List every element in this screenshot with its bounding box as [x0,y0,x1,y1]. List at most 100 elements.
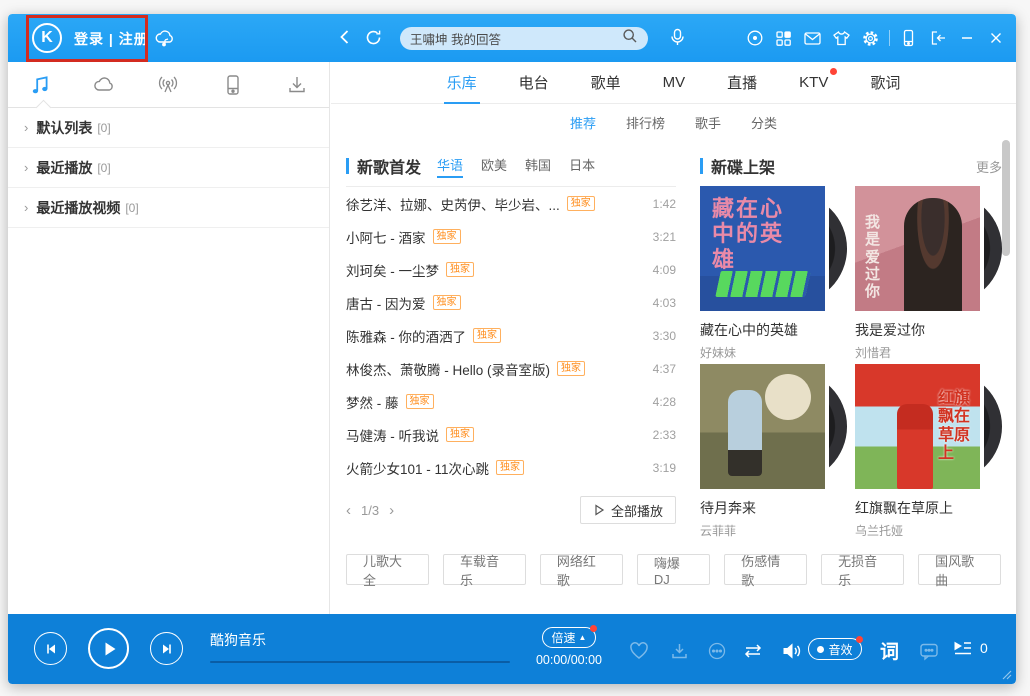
song-row[interactable]: 马健涛 - 听我说 独家 2:33 [346,418,676,451]
search-input[interactable]: 王嘯坤 我的回答 [410,29,622,48]
favorite-heart-icon[interactable] [628,640,650,662]
identify-song-icon[interactable] [740,14,769,62]
song-row[interactable]: 火箭少女101 - 11次心跳 独家 3:19 [346,451,676,484]
subtab-rankings[interactable]: 排行榜 [626,113,665,132]
tag-button[interactable]: 无损音乐 [821,554,904,585]
playlist-recent-video[interactable]: › 最近播放视频 [0] [8,188,329,228]
microphone-icon[interactable] [668,28,688,48]
song-title[interactable]: 火箭少女101 - 11次心跳 [346,458,489,478]
album-card[interactable]: 我是爱过你 我是爱过你 刘惜君 [855,186,1005,361]
album-card[interactable]: 藏在心中的英雄 藏在心中的英雄 好妹妹 [700,186,850,361]
album-title[interactable]: 藏在心中的英雄 [700,320,850,340]
tab-radio-icon[interactable] [148,65,188,105]
album-cover[interactable]: 红旗飘在草原上 [855,364,980,489]
close-button[interactable] [981,14,1010,62]
song-row[interactable]: 小阿七 - 酒家 独家 3:21 [346,220,676,253]
volume-icon[interactable] [780,640,802,662]
album-card[interactable]: 红旗飘在草原上 红旗飘在草原上 乌兰托娅 [855,364,1005,539]
tab-local-music-icon[interactable] [20,65,60,105]
song-title[interactable]: 林俊杰、萧敬腾 - Hello (录音室版) [346,359,550,379]
lang-tab-japanese[interactable]: 日本 [569,155,595,178]
subtab-recommend[interactable]: 推荐 [570,113,596,132]
tab-live[interactable]: 直播 [725,62,759,103]
album-card[interactable]: 待月奔来 云菲菲 [700,364,850,539]
scrollbar-thumb[interactable] [1002,140,1010,256]
song-row[interactable]: 刘珂矣 - 一尘梦 独家 4:09 [346,253,676,286]
playlist-recent[interactable]: › 最近播放 [0] [8,148,329,188]
tag-button[interactable]: 儿歌大全 [346,554,429,585]
skin-theme-icon[interactable] [827,14,856,62]
album-cover[interactable] [700,364,825,489]
album-artist[interactable]: 云菲菲 [700,522,850,539]
song-title[interactable]: 梦然 - 藤 [346,392,399,412]
song-title[interactable]: 唐古 - 因为爱 [346,293,426,313]
comment-icon[interactable] [918,640,940,662]
album-artist[interactable]: 刘惜君 [855,344,1005,361]
song-title[interactable]: 徐艺洋、拉娜、史芮伊、毕少岩、... [346,194,560,214]
song-title[interactable]: 刘珂矣 - 一尘梦 [346,260,439,280]
back-button[interactable] [336,28,356,48]
tab-device-icon[interactable] [213,65,253,105]
album-title[interactable]: 我是爱过你 [855,320,1005,340]
subtab-singers[interactable]: 歌手 [695,113,721,132]
song-row[interactable]: 陈雅森 - 你的酒洒了 独家 3:30 [346,319,676,352]
repeat-mode-icon[interactable] [742,640,764,662]
tag-button[interactable]: 嗨爆DJ [637,554,710,585]
song-row[interactable]: 林俊杰、萧敬腾 - Hello (录音室版) 独家 4:37 [346,352,676,385]
album-artist[interactable]: 好妹妹 [700,344,850,361]
page-next-button[interactable]: › [389,502,394,519]
tab-radio[interactable]: 电台 [517,62,551,103]
lang-tab-chinese[interactable]: 华语 [437,155,463,178]
song-title[interactable]: 马健涛 - 听我说 [346,425,439,445]
tab-download-icon[interactable] [277,65,317,105]
kugou-logo[interactable]: K [32,23,62,53]
more-link[interactable]: 更多 [976,157,1002,176]
lang-tab-korean[interactable]: 韩国 [525,155,551,178]
tab-ktv[interactable]: KTV [797,64,830,101]
apps-grid-icon[interactable] [769,14,798,62]
play-all-button[interactable]: 全部播放 [580,496,676,524]
login-button[interactable]: 登录 [74,31,104,47]
tab-playlists[interactable]: 歌单 [589,62,623,103]
mobile-transfer-icon[interactable] [894,14,923,62]
resize-grip[interactable] [1000,668,1012,680]
previous-track-button[interactable] [34,632,67,665]
refresh-button[interactable] [364,28,384,48]
album-title[interactable]: 待月奔来 [700,498,850,518]
playback-speed-button[interactable]: 倍速▲ [542,627,596,648]
expand-chevron-icon[interactable]: › [24,160,28,175]
tag-button[interactable]: 车载音乐 [443,554,526,585]
search-box[interactable]: 王嘯坤 我的回答 [400,27,648,50]
song-title[interactable]: 陈雅森 - 你的酒洒了 [346,326,466,346]
tag-button[interactable]: 伤感情歌 [724,554,807,585]
download-icon[interactable] [668,640,690,662]
expand-chevron-icon[interactable]: › [24,200,28,215]
album-artist[interactable]: 乌兰托娅 [855,522,1005,539]
play-queue-button[interactable]: 0 [952,639,988,657]
tag-button[interactable]: 网络红歌 [540,554,623,585]
tag-button[interactable]: 国风歌曲 [918,554,1001,585]
progress-bar[interactable] [210,661,510,663]
more-options-icon[interactable] [706,640,728,662]
tab-cloud-icon[interactable] [84,65,124,105]
next-track-button[interactable] [150,632,183,665]
album-title[interactable]: 红旗飘在草原上 [855,498,1005,518]
minimize-button[interactable] [952,14,981,62]
song-title[interactable]: 小阿七 - 酒家 [346,227,426,247]
lyrics-toggle-button[interactable]: 词 [880,637,899,664]
sound-effect-button[interactable]: 音效 [808,638,862,660]
album-cover[interactable]: 藏在心中的英雄 [700,186,825,311]
messages-icon[interactable] [798,14,827,62]
page-prev-button[interactable]: ‹ [346,502,351,519]
tab-music-library[interactable]: 乐库 [445,62,479,103]
subtab-categories[interactable]: 分类 [751,113,777,132]
song-row[interactable]: 梦然 - 藤 独家 4:28 [346,385,676,418]
register-button[interactable]: 注册 [119,31,149,47]
search-icon[interactable] [622,28,638,49]
lang-tab-western[interactable]: 欧美 [481,155,507,178]
playlist-default[interactable]: › 默认列表 [0] [8,108,329,148]
settings-gear-icon[interactable] [856,14,885,62]
expand-chevron-icon[interactable]: › [24,120,28,135]
tab-lyrics[interactable]: 歌词 [868,62,902,103]
tab-mv[interactable]: MV [661,64,688,101]
